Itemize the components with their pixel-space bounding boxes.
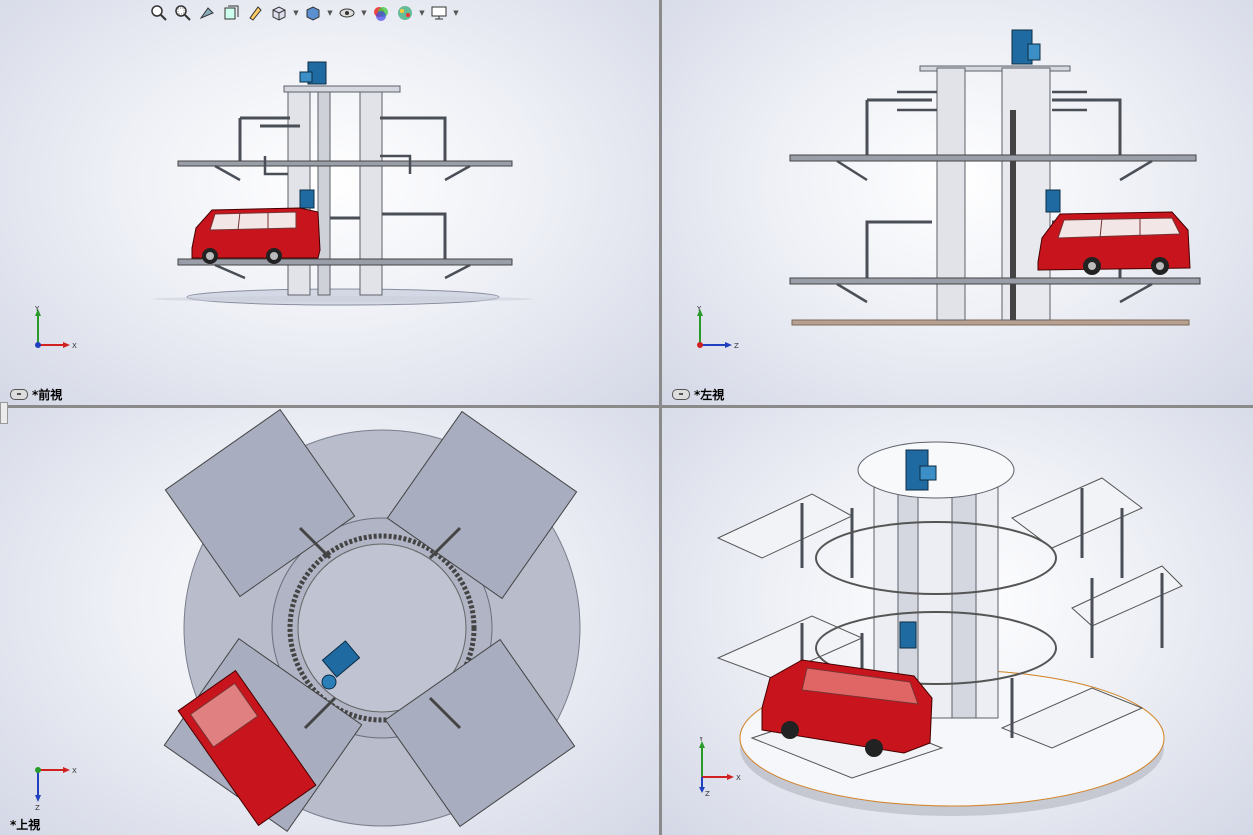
deck-level-1 <box>789 154 1197 162</box>
view-name-left: *左視 <box>694 388 725 402</box>
coordinate-triad-iso: Y X Z <box>698 737 741 797</box>
coordinate-triad-top: X Z <box>35 767 77 810</box>
car <box>191 207 321 264</box>
deck-level-2 <box>789 277 1201 285</box>
lower-motor <box>1045 189 1061 213</box>
triad-x-label: X <box>72 342 77 350</box>
base-disc-edge <box>791 319 1190 326</box>
front-view-model[interactable] <box>0 0 659 405</box>
upper-arms <box>238 116 447 165</box>
link-views-icon[interactable] <box>10 389 28 400</box>
triad-z-label: Z <box>705 790 710 797</box>
triad-y-label: Y <box>698 737 704 743</box>
viewport-left[interactable]: Y Z *左視 <box>662 0 1253 405</box>
viewport-label-left[interactable]: *左視 <box>672 386 724 403</box>
left-view-model[interactable] <box>662 0 1253 405</box>
deck-level-1 <box>177 160 513 167</box>
top-motor <box>299 61 327 85</box>
triad-x-label: X <box>736 774 741 782</box>
viewport-label-front[interactable]: *前視 <box>10 386 62 403</box>
car <box>1037 211 1191 275</box>
view-name-front: *前視 <box>32 388 63 402</box>
top-view-model[interactable] <box>0 408 659 835</box>
triad-z-label: Z <box>734 342 739 350</box>
viewport-isometric[interactable]: Y X Z <box>662 408 1253 835</box>
top-plate <box>283 85 401 93</box>
viewport-top[interactable]: X Z *上視 <box>0 408 659 835</box>
deck-1-struts <box>214 154 471 182</box>
top-motor <box>1011 29 1041 65</box>
base-shadow <box>153 296 533 302</box>
deck-struts <box>836 90 1153 304</box>
link-views-icon[interactable] <box>672 389 690 400</box>
viewport-front[interactable]: ▼ ▼ ▼ ▼ ▼ Y X *前視 <box>0 0 659 405</box>
column-rack <box>1010 110 1016 320</box>
viewport-label-top[interactable]: *上視 <box>10 816 40 833</box>
panel-collapse-tab[interactable] <box>0 402 8 424</box>
deck-2-struts <box>214 263 471 280</box>
triad-y-label: Y <box>34 305 40 313</box>
triad-y-label: Y <box>696 305 702 313</box>
triad-x-label: X <box>72 767 77 775</box>
triad-z-label: Z <box>35 804 40 810</box>
coordinate-triad-left: Y Z <box>696 305 739 350</box>
lower-motor <box>299 189 315 209</box>
deck-level-2 <box>177 258 513 266</box>
view-name-top: *上視 <box>10 818 41 832</box>
isometric-view-model[interactable] <box>662 408 1253 835</box>
lower-motor <box>899 621 917 649</box>
coordinate-triad-front: Y X <box>34 305 77 350</box>
